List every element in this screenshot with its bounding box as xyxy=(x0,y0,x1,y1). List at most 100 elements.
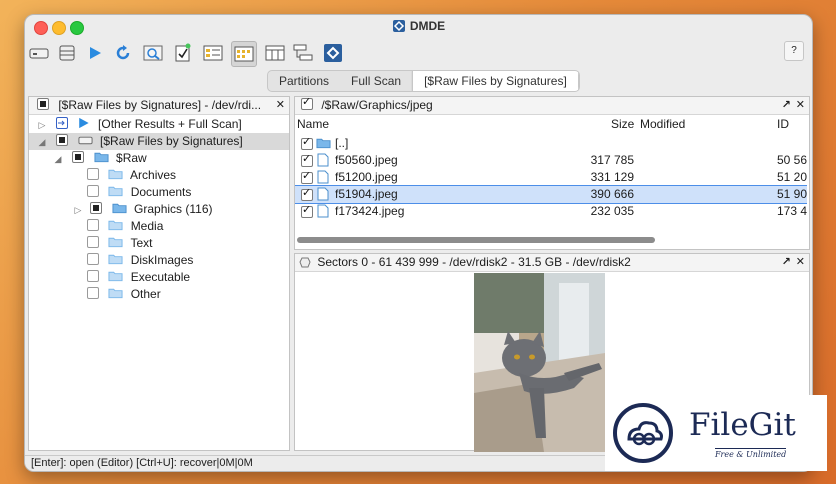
tree-checkbox[interactable] xyxy=(90,202,103,214)
scrollbar-thumb[interactable] xyxy=(297,237,655,243)
drive-icon xyxy=(78,136,93,145)
file-pane-close-button[interactable]: ✕ xyxy=(796,99,805,111)
refresh-icon[interactable] xyxy=(111,41,135,65)
dmde-app-icon[interactable] xyxy=(321,41,345,65)
tree-item-raw-files[interactable]: ◢ [$Raw Files by Signatures] xyxy=(29,133,289,150)
column-header-id[interactable]: ID xyxy=(777,116,789,133)
search-icon[interactable] xyxy=(141,41,165,65)
file-pane-checkbox[interactable] xyxy=(301,97,313,111)
tree-checkbox[interactable] xyxy=(56,134,69,146)
row-checkbox[interactable] xyxy=(301,168,313,185)
folder-icon xyxy=(108,186,123,197)
maximize-button[interactable]: ↗ xyxy=(782,99,791,111)
play-icon[interactable] xyxy=(83,41,107,65)
file-pane-path: /$Raw/Graphics/jpeg xyxy=(321,98,433,112)
folder-icon xyxy=(108,237,123,248)
folder-icon xyxy=(316,138,331,149)
horizontal-scrollbar[interactable] xyxy=(297,237,805,243)
tree-pane-close-button[interactable]: ✕ xyxy=(276,97,285,114)
row-checkbox[interactable] xyxy=(301,151,313,168)
row-checkbox[interactable] xyxy=(301,134,313,151)
file-name: [..] xyxy=(335,136,349,150)
preview-pane-title: Sectors 0 - 61 439 999 - /dev/rdisk2 - 3… xyxy=(317,255,631,269)
tree-item-graphics[interactable]: ▷ Graphics (116) xyxy=(73,201,213,218)
columns-icon[interactable] xyxy=(263,41,287,65)
tree-item-label: Media xyxy=(130,219,164,233)
tree-item-label: Graphics (116) xyxy=(134,202,213,216)
file-icon xyxy=(317,187,329,201)
tree-item-label: Text xyxy=(130,236,153,250)
file-id: 51 90 xyxy=(777,187,808,201)
file-size: 390 666 xyxy=(590,187,634,201)
column-header-size[interactable]: Size xyxy=(611,116,634,133)
file-list-pane: /$Raw/Graphics/jpeg ↗✕ Name Size Modifie… xyxy=(294,96,810,250)
file-name: f173424.jpeg xyxy=(335,204,405,218)
collapse-arrow-icon[interactable]: ◢ xyxy=(53,151,63,168)
help-button[interactable]: ? xyxy=(784,41,804,61)
tree-item-label: [$Raw Files by Signatures] xyxy=(100,134,243,148)
tree-item-media[interactable]: Media xyxy=(87,218,163,235)
folder-icon xyxy=(108,288,123,299)
tree-checkbox[interactable] xyxy=(56,117,69,129)
expand-arrow-icon[interactable]: ▷ xyxy=(73,202,83,219)
expand-arrow-icon[interactable]: ▷ xyxy=(37,117,47,134)
partitions-icon[interactable] xyxy=(55,41,79,65)
tree-checkbox[interactable] xyxy=(87,236,99,248)
tree-checkbox[interactable] xyxy=(87,219,99,231)
file-size: 331 129 xyxy=(590,170,634,184)
tree-item-label: $Raw xyxy=(116,151,147,165)
row-checkbox[interactable] xyxy=(301,185,313,202)
image-preview xyxy=(474,273,605,452)
tab-partitions[interactable]: Partitions xyxy=(268,71,340,91)
tree-item-text[interactable]: Text xyxy=(87,235,152,252)
file-list-icon[interactable] xyxy=(201,41,225,65)
tree-checkbox[interactable] xyxy=(87,270,99,282)
column-header-name[interactable]: Name xyxy=(297,116,329,133)
tree-item-executable[interactable]: Executable xyxy=(87,269,190,286)
table-row[interactable]: f51200.jpeg 331 129 51 20 xyxy=(295,168,807,186)
tree-checkbox[interactable] xyxy=(87,168,99,180)
tree-item-label: [Other Results + Full Scan] xyxy=(98,117,242,131)
collapse-arrow-icon[interactable]: ◢ xyxy=(37,134,47,151)
recover-check-icon[interactable] xyxy=(171,41,195,65)
tree-item-label: DiskImages xyxy=(130,253,194,267)
file-panel-icon[interactable] xyxy=(231,41,257,67)
watermark-name: FileGit xyxy=(689,407,796,443)
title-bar: DMDE xyxy=(25,15,812,39)
tree-item-diskimages[interactable]: DiskImages xyxy=(87,252,193,269)
folder-icon xyxy=(108,254,123,265)
drive-icon[interactable] xyxy=(27,41,51,65)
file-pane-controls: ↗ ✕ xyxy=(777,97,805,114)
tree-pane-header: [$Raw Files by Signatures] - /dev/rdi...… xyxy=(29,97,289,115)
table-row-selected[interactable]: f51904.jpeg 390 666 51 90 xyxy=(295,185,807,204)
folder-icon xyxy=(108,169,123,180)
tree-checkbox[interactable] xyxy=(87,253,99,265)
tree-icon[interactable] xyxy=(291,41,315,65)
preview-pane-close-button[interactable]: ✕ xyxy=(796,256,805,268)
tree-item-other[interactable]: Other xyxy=(87,286,161,303)
toolbar xyxy=(25,41,812,67)
tree-checkbox[interactable] xyxy=(87,185,99,197)
tree-item-label: Executable xyxy=(130,270,191,284)
column-header-modified[interactable]: Modified xyxy=(640,116,685,133)
table-row[interactable]: f173424.jpeg 232 035 173 4 xyxy=(295,202,807,220)
tree-pane: [$Raw Files by Signatures] - /dev/rdi...… xyxy=(28,96,290,451)
tree-item-label: Documents xyxy=(130,185,192,199)
tree-checkbox[interactable] xyxy=(72,151,85,163)
file-name: f51904.jpeg xyxy=(335,187,398,201)
tree-item-other-results[interactable]: ▷ [Other Results + Full Scan] xyxy=(37,116,242,133)
tree-item-archives[interactable]: Archives xyxy=(87,167,176,184)
file-name: f51200.jpeg xyxy=(335,170,398,184)
file-id: 50 56 xyxy=(777,153,808,167)
tree-checkbox[interactable] xyxy=(87,287,99,299)
tree-pane-checkbox[interactable] xyxy=(37,98,49,110)
file-icon xyxy=(317,204,329,218)
maximize-button[interactable]: ↗ xyxy=(782,256,791,268)
table-row[interactable]: f50560.jpeg 317 785 50 56 xyxy=(295,151,808,169)
row-checkbox[interactable] xyxy=(301,202,313,219)
tab-raw-files[interactable]: [$Raw Files by Signatures] xyxy=(412,71,579,91)
tab-full-scan[interactable]: Full Scan xyxy=(340,71,412,91)
table-row[interactable]: [..] xyxy=(295,134,807,152)
tree-item-raw[interactable]: ◢ $Raw xyxy=(53,150,147,167)
tree-item-documents[interactable]: Documents xyxy=(87,184,191,201)
